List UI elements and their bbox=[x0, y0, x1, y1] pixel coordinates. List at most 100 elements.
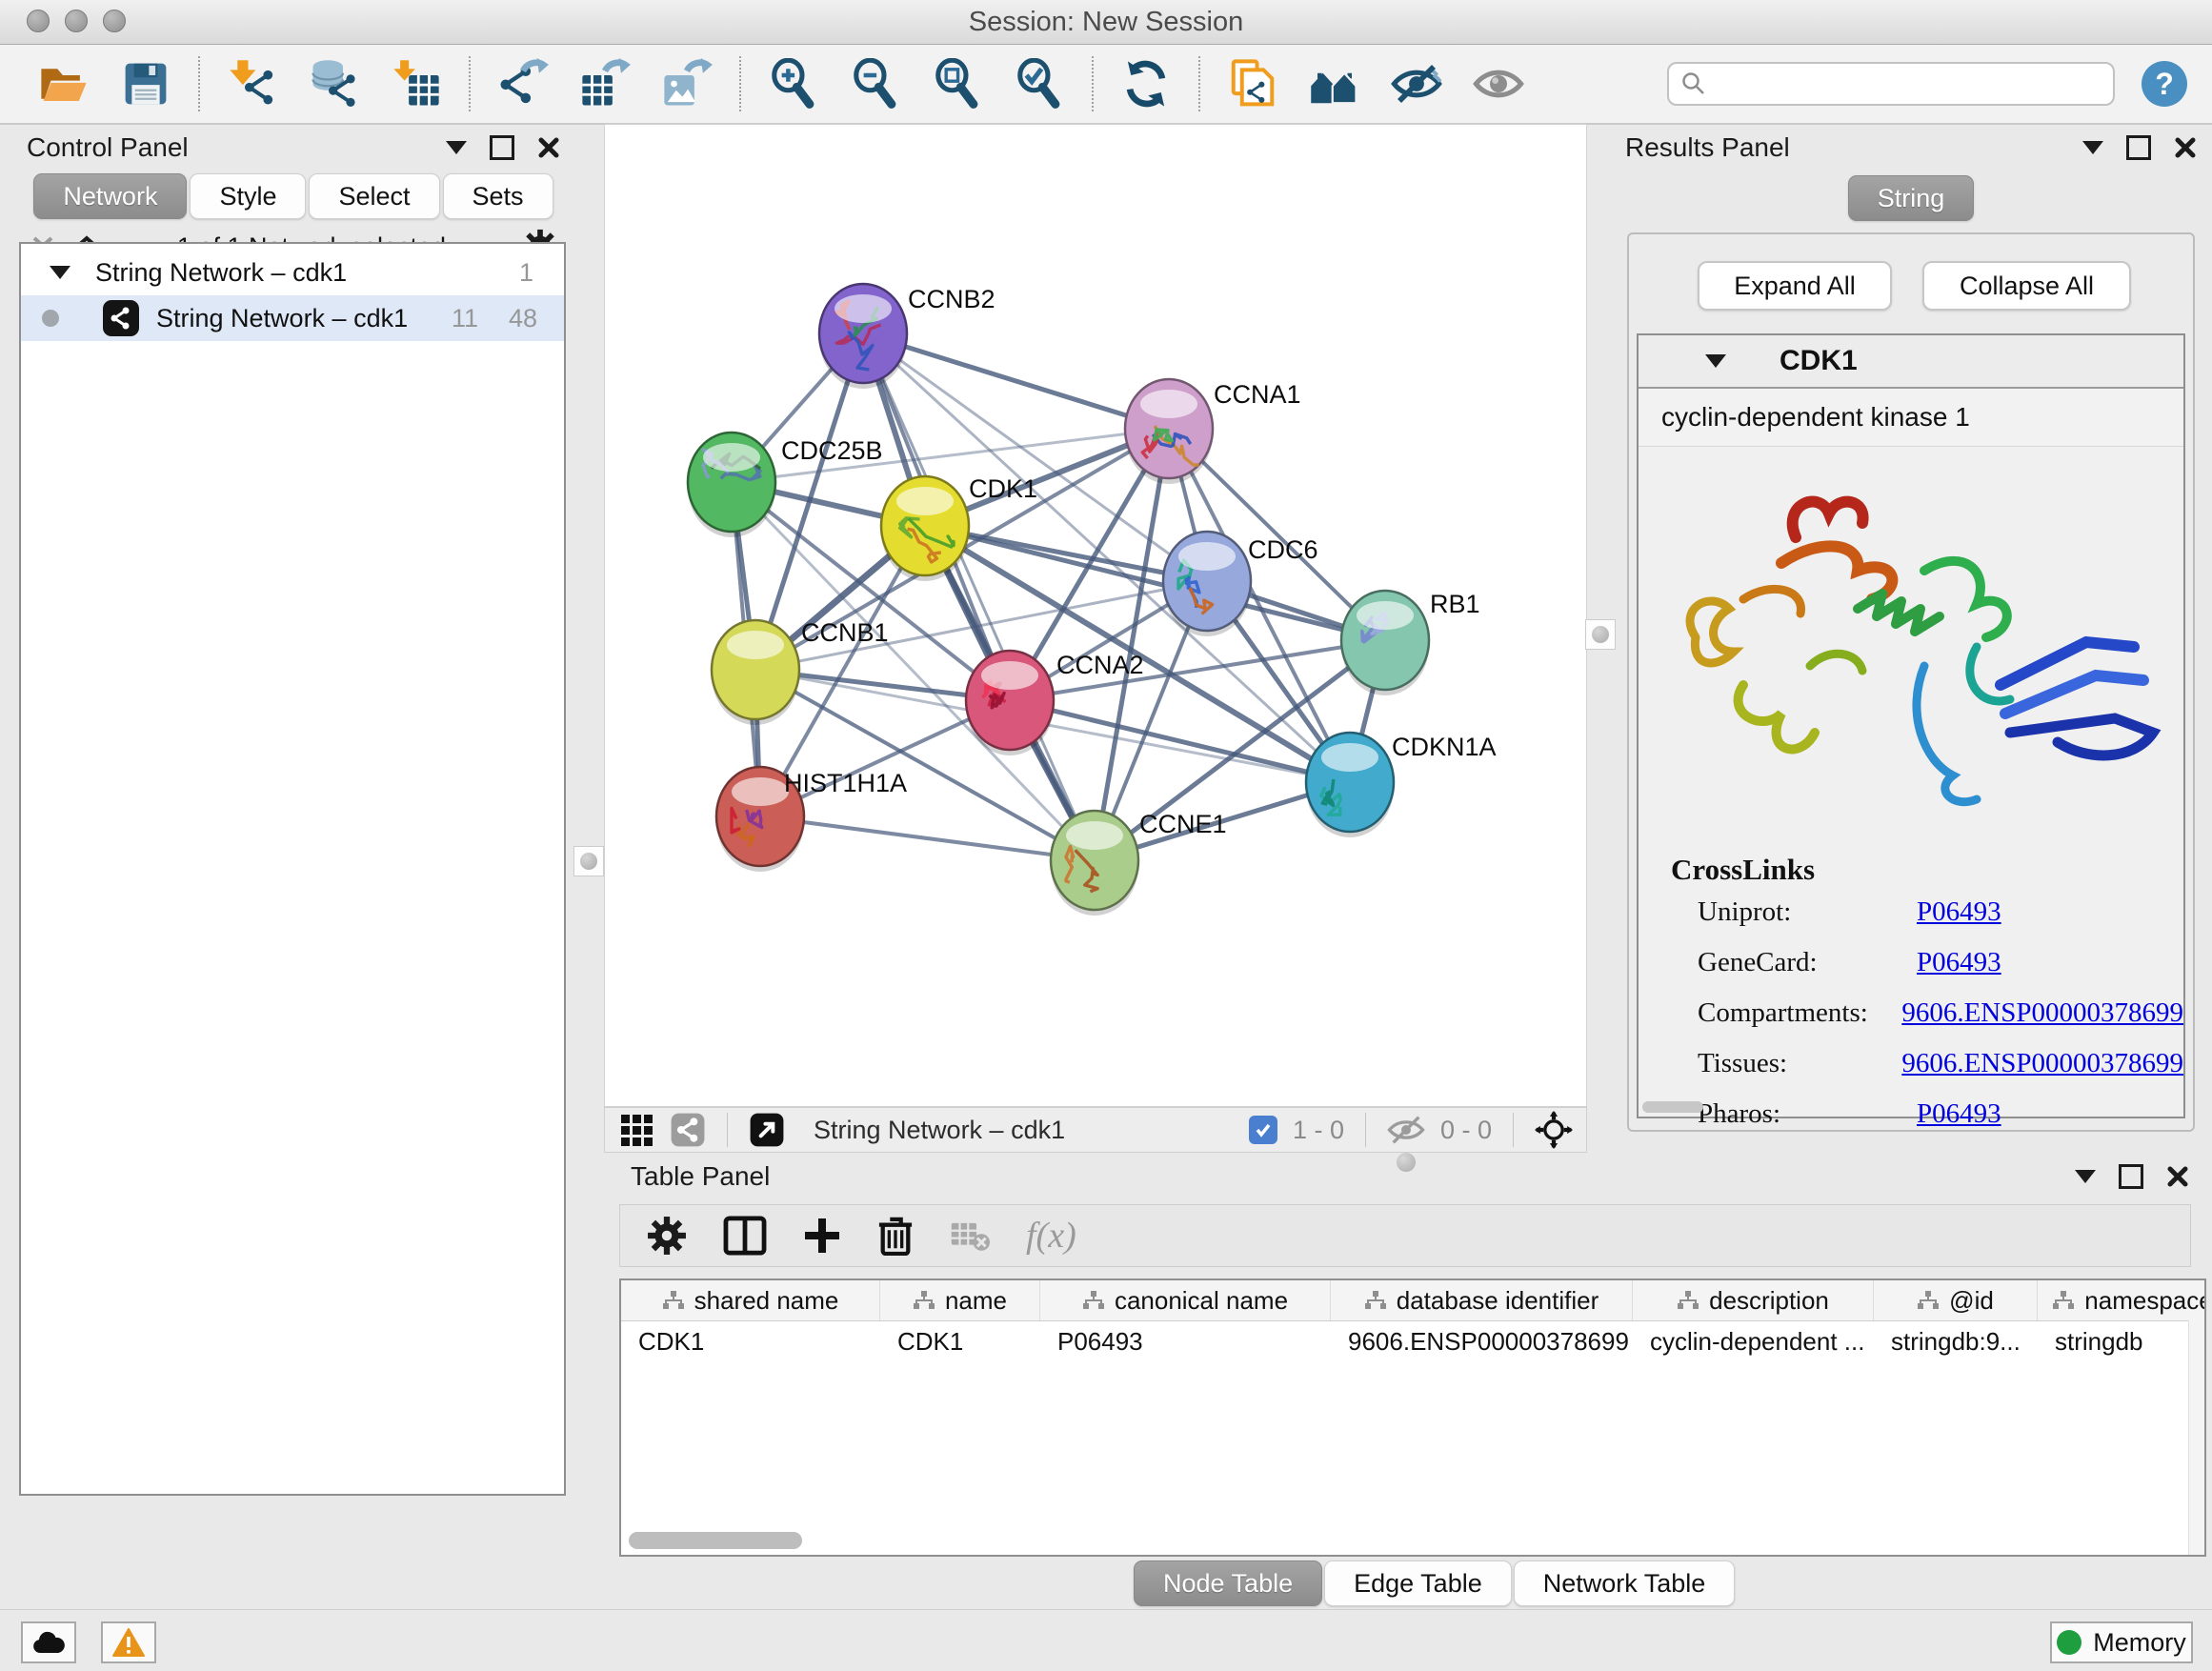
node-label: CCNB2 bbox=[908, 285, 995, 313]
table-row[interactable]: CDK1CDK1P064939606.ENSP00000378699cyclin… bbox=[621, 1321, 2204, 1361]
column-header-shared-name[interactable]: shared name bbox=[621, 1280, 880, 1320]
add-column-icon[interactable] bbox=[803, 1217, 841, 1255]
toolbar-group bbox=[38, 58, 171, 110]
window-title: Session: New Session bbox=[0, 7, 2212, 38]
cloud-button[interactable] bbox=[21, 1621, 76, 1663]
grid-view-icon[interactable] bbox=[618, 1112, 654, 1148]
expand-all-button[interactable]: Expand All bbox=[1698, 261, 1892, 311]
table-hscrollbar[interactable] bbox=[629, 1532, 802, 1549]
left-splitter-handle[interactable] bbox=[573, 846, 604, 876]
table-vscrollbar[interactable] bbox=[2188, 1320, 2204, 1555]
memory-button[interactable]: Memory bbox=[2050, 1621, 2193, 1663]
import-network-file-icon[interactable] bbox=[227, 58, 278, 110]
table-options-gear-icon[interactable] bbox=[647, 1216, 687, 1256]
save-session-icon[interactable] bbox=[120, 58, 171, 110]
zoom-out-icon[interactable] bbox=[850, 58, 901, 110]
zoom-selected-icon[interactable] bbox=[1014, 58, 1065, 110]
collection-count: 1 bbox=[519, 258, 533, 288]
tab-edge-table[interactable]: Edge Table bbox=[1324, 1560, 1512, 1606]
network-collection-row[interactable]: String Network – cdk1 1 bbox=[21, 250, 564, 295]
collection-expand-icon[interactable] bbox=[50, 266, 70, 279]
node-label: CCNA1 bbox=[1214, 380, 1301, 409]
table-panel: Table Panel bbox=[610, 1155, 2212, 1610]
warning-button[interactable] bbox=[101, 1621, 156, 1663]
network-node[interactable]: HIST1H1A bbox=[716, 767, 907, 872]
network-node[interactable]: CDK1 bbox=[881, 474, 1037, 581]
open-file-icon[interactable] bbox=[38, 58, 90, 110]
network-node[interactable]: CDC6 bbox=[1163, 532, 1318, 636]
network-edge[interactable] bbox=[863, 333, 1169, 429]
first-neighbors-icon[interactable] bbox=[1309, 58, 1360, 110]
open-in-window-icon[interactable] bbox=[749, 1112, 785, 1148]
import-table-file-icon[interactable] bbox=[391, 58, 442, 110]
control-panel: Control Panel NetworkStyleSelectSets 1 o… bbox=[11, 126, 575, 1555]
control-panel-title: Control Panel bbox=[27, 132, 189, 163]
column-header-namespace[interactable]: namespace bbox=[2038, 1280, 2206, 1320]
panel-menu-icon[interactable] bbox=[446, 141, 467, 154]
crosslink-link[interactable]: 9606.ENSP00000378699 bbox=[1901, 997, 2183, 1029]
tab-sets[interactable]: Sets bbox=[443, 173, 553, 219]
toolbar-separator bbox=[1198, 56, 1200, 111]
column-header-description[interactable]: description bbox=[1633, 1280, 1874, 1320]
crosslink-link[interactable]: P06493 bbox=[1917, 896, 2001, 928]
tab-network-table[interactable]: Network Table bbox=[1514, 1560, 1736, 1606]
crosslink-label: Pharos: bbox=[1671, 1098, 1917, 1130]
network-edge[interactable] bbox=[760, 816, 1095, 860]
delete-table-icon bbox=[950, 1219, 990, 1252]
close-panel-icon[interactable] bbox=[2174, 136, 2197, 159]
network-label: String Network – cdk1 bbox=[156, 304, 408, 333]
gene-collapse-icon[interactable] bbox=[1705, 354, 1726, 368]
tab-node-table[interactable]: Node Table bbox=[1134, 1560, 1322, 1606]
panel-menu-icon[interactable] bbox=[2075, 1170, 2096, 1183]
network-node[interactable]: CDC25B bbox=[688, 433, 883, 537]
network-row[interactable]: String Network – cdk1 11 48 bbox=[21, 295, 564, 341]
gene-header[interactable]: CDK1 bbox=[1639, 335, 2183, 389]
float-panel-icon[interactable] bbox=[2126, 135, 2151, 160]
network-node[interactable]: CCNA1 bbox=[1125, 379, 1301, 484]
cloud-icon bbox=[31, 1630, 66, 1655]
crosslink-link[interactable]: 9606.ENSP00000378699 bbox=[1901, 1048, 2183, 1079]
node-table[interactable]: shared namenamecanonical namedatabase id… bbox=[619, 1278, 2206, 1557]
birds-eye-view-icon[interactable] bbox=[670, 1112, 706, 1148]
fit-content-crosshair-icon[interactable] bbox=[1535, 1111, 1573, 1149]
import-network-database-icon[interactable] bbox=[309, 58, 360, 110]
export-network-icon[interactable] bbox=[497, 58, 549, 110]
network-canvas[interactable]: CCNB2CCNA1CDC25BCDK1CDC6RB1CCNB1CCNA2CDK… bbox=[604, 124, 1587, 1107]
network-node[interactable]: CDKN1A bbox=[1306, 733, 1497, 837]
network-from-selection-icon[interactable] bbox=[1227, 58, 1278, 110]
collapse-all-button[interactable]: Collapse All bbox=[1922, 261, 2131, 311]
crosslink-link[interactable]: P06493 bbox=[1917, 947, 2001, 978]
search-box[interactable] bbox=[1667, 62, 2115, 106]
column-header-name[interactable]: name bbox=[880, 1280, 1040, 1320]
selected-checkbox-icon[interactable] bbox=[1249, 1116, 1277, 1144]
results-hscroll-thumb[interactable] bbox=[1642, 1101, 1703, 1113]
float-panel-icon[interactable] bbox=[490, 135, 514, 160]
tab-string[interactable]: String bbox=[1848, 175, 1975, 221]
tab-style[interactable]: Style bbox=[190, 173, 306, 219]
column-header-canonical-name[interactable]: canonical name bbox=[1040, 1280, 1331, 1320]
toolbar-group bbox=[497, 58, 713, 110]
column-header-database-identifier[interactable]: database identifier bbox=[1331, 1280, 1633, 1320]
zoom-in-icon[interactable] bbox=[768, 58, 819, 110]
show-all-icon[interactable] bbox=[1473, 58, 1524, 110]
tab-network[interactable]: Network bbox=[33, 173, 187, 219]
network-node[interactable]: RB1 bbox=[1341, 590, 1480, 695]
column-visibility-icon[interactable] bbox=[723, 1216, 767, 1256]
help-button[interactable]: ? bbox=[2142, 61, 2187, 107]
export-table-icon[interactable] bbox=[579, 58, 631, 110]
delete-column-icon[interactable] bbox=[877, 1216, 914, 1256]
close-panel-icon[interactable] bbox=[2166, 1165, 2189, 1188]
node-label: CDC6 bbox=[1248, 535, 1318, 564]
search-input[interactable] bbox=[1715, 69, 2101, 100]
panel-menu-icon[interactable] bbox=[2082, 141, 2103, 154]
column-header--id[interactable]: @id bbox=[1874, 1280, 2038, 1320]
tab-select[interactable]: Select bbox=[309, 173, 439, 219]
hide-selected-icon[interactable] bbox=[1391, 58, 1442, 110]
float-panel-icon[interactable] bbox=[2119, 1164, 2143, 1189]
export-image-icon[interactable] bbox=[661, 58, 713, 110]
close-panel-icon[interactable] bbox=[537, 136, 560, 159]
network-node[interactable]: CCNE1 bbox=[1051, 810, 1227, 916]
zoom-fit-icon[interactable] bbox=[932, 58, 983, 110]
refresh-layout-icon[interactable] bbox=[1120, 58, 1172, 110]
crosslink-link[interactable]: P06493 bbox=[1917, 1098, 2001, 1130]
